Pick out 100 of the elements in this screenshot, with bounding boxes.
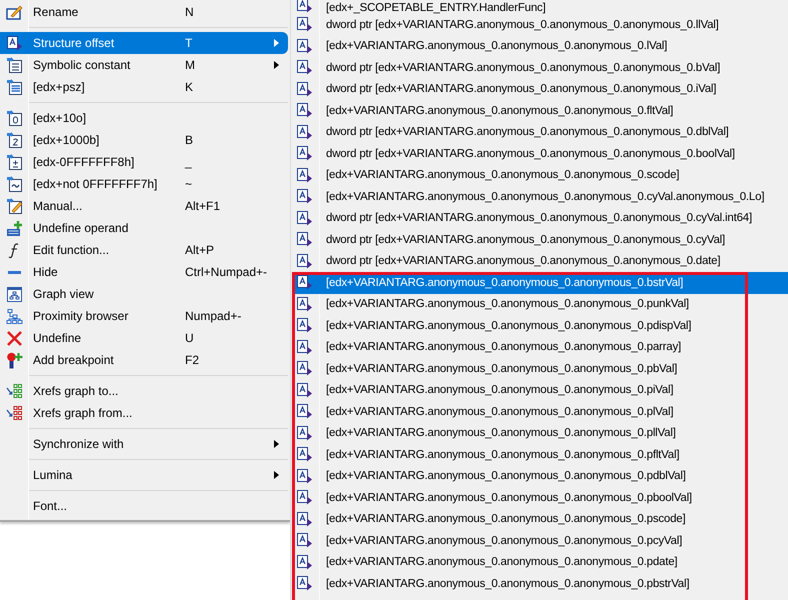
menu-item[interactable]: Symbolic constant M	[0, 54, 288, 76]
submenu-item[interactable]: [edx+VARIANTARG.anonymous_0.anonymous_0.anonymous_0.cyVal.anonymous_0.Lo]	[294, 186, 788, 208]
shortcut-text: Ctrl+Numpad+-	[185, 265, 268, 279]
structure-offset-icon	[296, 446, 313, 464]
submenu-item[interactable]: dword ptr [edx+VARIANTARG.anonymous_0.anonymous_0.anonymous_0.bVal]	[294, 57, 788, 78]
structure-offset-icon	[296, 102, 313, 120]
shortcut-text: K	[185, 80, 194, 94]
shortcut-text: Alt+P	[185, 243, 216, 257]
menu-item[interactable]: Lumina	[0, 464, 288, 486]
pencil-icon	[6, 4, 22, 20]
submenu-item[interactable]: [edx+VARIANTARG.anonymous_0.anonymous_0.anonymous_0.piVal]	[294, 380, 788, 401]
submenu-item[interactable]: [edx+VARIANTARG.anonymous_0.anonymous_0.anonymous_0.pboolVal]	[294, 487, 788, 508]
structure-offset-icon	[296, 16, 313, 34]
close-icon	[6, 330, 22, 346]
structure-offset-icon	[296, 382, 313, 399]
structure-offset-icon	[296, 210, 313, 227]
xrefs-graph-icon	[6, 404, 22, 422]
structure-offset-icon	[296, 188, 313, 206]
menu-item[interactable]: [edx+not 0FFFFFFF7h] ~	[0, 173, 288, 195]
shortcut-text: B	[185, 133, 194, 147]
structure-offset-icon	[296, 296, 313, 313]
shortcut-text: T	[185, 36, 194, 50]
menu-item[interactable]: [edx+1000b] B	[0, 129, 288, 151]
menu-item[interactable]: Font...	[0, 495, 288, 517]
submenu-item[interactable]: [edx+VARIANTARG.anonymous_0.anonymous_0.anonymous_0.pbstrVal]	[294, 573, 788, 594]
structure-offset-icon	[296, 403, 313, 420]
structure-offset-icon	[296, 360, 313, 378]
tree-icon	[6, 308, 22, 324]
shortcut-text: U	[185, 331, 195, 345]
submenu-item[interactable]: dword ptr [edx+VARIANTARG.anonymous_0.anonymous_0.anonymous_0.boolVal]	[294, 143, 788, 164]
submenu-item[interactable]: [edx+VARIANTARG.anonymous_0.anonymous_0.anonymous_0.pcyVal]	[294, 530, 788, 552]
menu-item[interactable]: Synchronize with	[0, 433, 288, 455]
menu-item[interactable]: Structure offset T	[0, 32, 288, 54]
shortcut-text: ~	[185, 177, 194, 191]
menu-item[interactable]: Xrefs graph to...	[0, 380, 288, 402]
shortcut-text: F2	[185, 353, 200, 367]
structure-offset-icon	[296, 510, 313, 528]
menu-item[interactable]: Graph view	[0, 283, 288, 305]
submenu-item[interactable]: [edx+VARIANTARG.anonymous_0.anonymous_0.anonymous_0.pdate]	[294, 552, 788, 573]
menu-item[interactable]: Manual... Alt+F1	[0, 195, 288, 217]
menu-item[interactable]: [edx-0FFFFFFF8h] _	[0, 151, 288, 173]
structure-offset-icon	[296, 274, 313, 292]
submenu-item[interactable]: [edx+_SCOPETABLE_ENTRY.HandlerFunc]	[294, 0, 788, 14]
structure-offset-icon	[296, 166, 313, 184]
shortcut-text: Numpad+-	[185, 309, 242, 323]
menu-item[interactable]: Proximity browser Numpad+-	[0, 305, 288, 327]
structure-offset-icon	[296, 59, 313, 76]
menu-item[interactable]: Undefine U	[0, 327, 288, 349]
minus-icon	[8, 270, 20, 274]
structure-offset-icon	[296, 145, 313, 162]
structure-offset-icon	[296, 554, 313, 571]
submenu-item[interactable]: [edx+VARIANTARG.anonymous_0.anonymous_0.anonymous_0.plVal]	[294, 401, 788, 422]
xrefs-graph-icon	[6, 382, 22, 400]
symbolic-constant-icon	[6, 56, 22, 74]
structure-offset-icon	[296, 252, 313, 270]
submenu-item[interactable]: dword ptr [edx+VARIANTARG.anonymous_0.anonymous_0.anonymous_0.llVal]	[294, 14, 788, 36]
submenu-item[interactable]: [edx+VARIANTARG.anonymous_0.anonymous_0.anonymous_0.pscode]	[294, 508, 788, 530]
structure-offset-icon	[296, 489, 313, 506]
shortcut-text: M	[185, 58, 196, 72]
breakpoint-plus-icon	[6, 352, 22, 368]
submenu-item[interactable]: [edx+VARIANTARG.anonymous_0.anonymous_0.anonymous_0.lVal]	[294, 36, 788, 57]
shortcut-text: Alt+F1	[185, 199, 222, 213]
menu-item[interactable]: [edx+10o]	[0, 107, 288, 129]
structure-offset-icon	[6, 34, 22, 52]
submenu-item[interactable]: [edx+VARIANTARG.anonymous_0.anonymous_0.anonymous_0.scode]	[294, 164, 788, 186]
structure-offset-icon	[296, 575, 313, 592]
submenu-item[interactable]: dword ptr [edx+VARIANTARG.anonymous_0.anonymous_0.anonymous_0.date]	[294, 250, 788, 272]
submenu-item[interactable]: [edx+VARIANTARG.anonymous_0.anonymous_0.anonymous_0.pbVal]	[294, 358, 788, 380]
submenu-item[interactable]: [edx+VARIANTARG.anonymous_0.anonymous_0.anonymous_0.punkVal]	[294, 294, 788, 315]
structure-offset-icon	[296, 124, 313, 141]
submenu-item[interactable]: dword ptr [edx+VARIANTARG.anonymous_0.anonymous_0.anonymous_0.dblVal]	[294, 122, 788, 143]
menu-item[interactable]: Xrefs graph from...	[0, 402, 288, 424]
menu-item[interactable]: Edit function... Alt+P	[0, 239, 288, 261]
structure-offset-icon	[296, 0, 313, 14]
submenu-item[interactable]: [edx+VARIANTARG.anonymous_0.anonymous_0.anonymous_0.parray]	[294, 336, 788, 358]
menu-item[interactable]: Undefine operand	[0, 217, 288, 239]
submenu-item[interactable]: [edx+VARIANTARG.anonymous_0.anonymous_0.anonymous_0.fltVal]	[294, 100, 788, 122]
shortcut-text: _	[185, 155, 193, 169]
menu-item[interactable]: Hide Ctrl+Numpad+-	[0, 261, 288, 283]
submenu-item[interactable]: dword ptr [edx+VARIANTARG.anonymous_0.anonymous_0.anonymous_0.cyVal.int64]	[294, 208, 788, 229]
submenu-item[interactable]: dword ptr [edx+VARIANTARG.anonymous_0.anonymous_0.anonymous_0.cyVal]	[294, 229, 788, 250]
structure-offset-icon	[296, 468, 313, 485]
structure-offset-icon	[296, 80, 313, 98]
data-plus-icon	[6, 220, 22, 236]
submenu-item[interactable]: [edx+VARIANTARG.anonymous_0.anonymous_0.anonymous_0.pfltVal]	[294, 444, 788, 466]
shortcut-text: N	[185, 5, 195, 19]
submenu-item[interactable]: dword ptr [edx+VARIANTARG.anonymous_0.anonymous_0.anonymous_0.iVal]	[294, 78, 788, 100]
structure-offset-icon	[296, 231, 313, 248]
graph-window-icon	[6, 286, 22, 302]
menu-item[interactable]: Add breakpoint F2	[0, 349, 288, 371]
menu-item[interactable]: [edx+psz] K	[0, 76, 288, 98]
structure-offset-icon	[296, 532, 313, 550]
structure-offset-icon	[296, 317, 313, 334]
submenu-item[interactable]: [edx+VARIANTARG.anonymous_0.anonymous_0.anonymous_0.pdispVal]	[294, 315, 788, 336]
submenu-item[interactable]: [edx+VARIANTARG.anonymous_0.anonymous_0.anonymous_0.pllVal]	[294, 422, 788, 444]
structure-offset-icon	[296, 38, 313, 55]
structure-offset-icon	[296, 424, 313, 442]
structure-offset-icon	[296, 338, 313, 356]
submenu-item[interactable]: [edx+VARIANTARG.anonymous_0.anonymous_0.anonymous_0.pdblVal]	[294, 466, 788, 487]
menu-item[interactable]: Rename N	[0, 1, 288, 23]
